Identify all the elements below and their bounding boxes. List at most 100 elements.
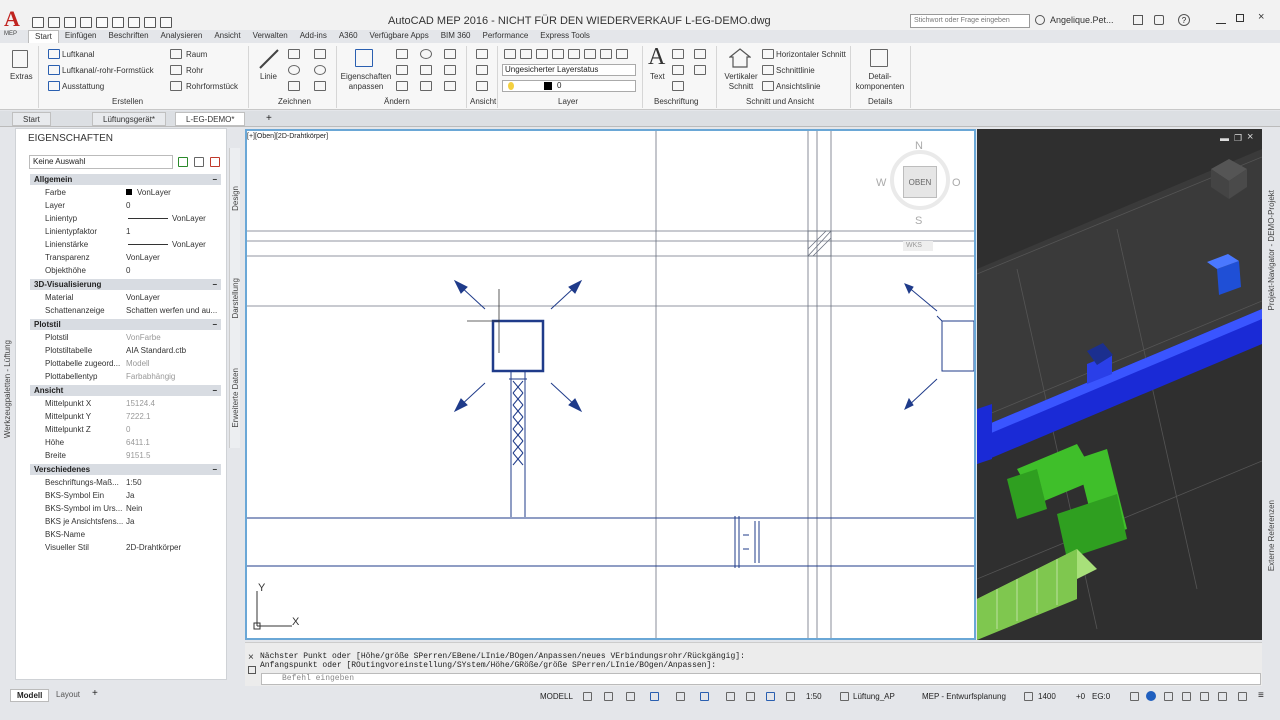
- quick-select-icon[interactable]: [178, 157, 188, 167]
- linie-button[interactable]: Linie: [260, 72, 277, 81]
- rotate-icon[interactable]: [420, 49, 432, 59]
- prop-value[interactable]: Ja: [126, 517, 134, 526]
- layer-tool-icon[interactable]: [552, 49, 564, 59]
- prop-value[interactable]: 1: [126, 227, 130, 236]
- snap-icon[interactable]: [604, 692, 613, 701]
- user-account[interactable]: Angelique.Pet...: [1050, 15, 1114, 25]
- close-icon[interactable]: ×: [1258, 12, 1268, 23]
- text-button[interactable]: Text: [650, 72, 665, 81]
- grid-icon[interactable]: [583, 692, 592, 701]
- compass-s[interactable]: S: [915, 215, 922, 227]
- section-ansicht[interactable]: Ansicht −: [30, 385, 221, 396]
- open-icon[interactable]: [48, 16, 60, 28]
- plot-icon[interactable]: [96, 16, 108, 28]
- array-icon[interactable]: [444, 81, 456, 91]
- viewport-icon[interactable]: [476, 65, 488, 75]
- exchange-icon[interactable]: [1133, 15, 1143, 25]
- annotation-icon[interactable]: [694, 65, 706, 75]
- customize-icon[interactable]: [160, 16, 172, 28]
- tool-palette-label[interactable]: Werkzeugpaletten - Lüftung: [3, 340, 12, 438]
- isolate-icon[interactable]: [1130, 692, 1139, 701]
- tab-einfuegen[interactable]: Einfügen: [59, 30, 103, 43]
- model-tab[interactable]: Modell: [10, 689, 50, 702]
- command-settings-icon[interactable]: [248, 666, 256, 674]
- rectangle-icon[interactable]: [314, 49, 326, 59]
- selection-cycling-icon[interactable]: [766, 692, 775, 701]
- vertical-section-button[interactable]: Vertikaler Schnitt: [724, 72, 758, 92]
- tab-ansicht[interactable]: Ansicht: [208, 30, 246, 43]
- layer-tool-icon[interactable]: [520, 49, 532, 59]
- doc-tab-start[interactable]: Start: [12, 112, 51, 126]
- project-navigator-tab[interactable]: Projekt-Navigator - DEMO-Projekt: [1267, 190, 1276, 310]
- prop-value[interactable]: Nein: [126, 504, 142, 513]
- section-allgemein[interactable]: Allgemein −: [30, 174, 221, 185]
- rohr-button[interactable]: Rohr: [186, 66, 203, 75]
- display-configuration[interactable]: MEP - Entwurfsplanung: [922, 692, 1006, 701]
- search-input[interactable]: Stichwort oder Frage eingeben: [910, 14, 1030, 28]
- layer-tool-icon[interactable]: [536, 49, 548, 59]
- extras-icon[interactable]: [12, 50, 28, 68]
- view-line-button[interactable]: Ansichtslinie: [776, 82, 820, 91]
- arc-icon[interactable]: [288, 81, 300, 91]
- detail-components-button[interactable]: Detail-komponenten: [854, 72, 906, 92]
- osnap-icon[interactable]: [676, 692, 685, 701]
- luftkanal-button[interactable]: Luftkanal: [62, 50, 94, 59]
- status-icon[interactable]: [1238, 692, 1247, 701]
- raum-button[interactable]: Raum: [186, 50, 207, 59]
- prop-value[interactable]: VonLayer: [126, 253, 160, 262]
- new-icon[interactable]: [32, 16, 44, 28]
- annotation-scale[interactable]: 1:50: [806, 692, 822, 701]
- elevation-offset[interactable]: +0: [1076, 692, 1085, 701]
- prop-value[interactable]: VonLayer: [172, 240, 206, 249]
- rohrformstueck-button[interactable]: Rohrformstück: [186, 82, 238, 91]
- panel-title-ansicht[interactable]: Ansicht: [470, 97, 496, 106]
- viewport-restore-icon[interactable]: ❐: [1234, 133, 1242, 144]
- tab-design[interactable]: Design: [231, 186, 240, 211]
- ortho-icon[interactable]: [626, 692, 635, 701]
- add-layout-icon[interactable]: +: [92, 688, 98, 699]
- eigenschaften-anpassen-button[interactable]: Eigenschaften anpassen: [340, 72, 392, 92]
- ellipse-icon[interactable]: [314, 65, 326, 75]
- command-input[interactable]: Befehl eingeben: [261, 673, 1261, 685]
- clean-screen-icon[interactable]: [1164, 692, 1173, 701]
- doc-tab-l-eg-demo[interactable]: L-EG-DEMO*: [175, 112, 246, 126]
- lineweight-icon[interactable]: [726, 692, 735, 701]
- help-icon[interactable]: ?: [1178, 14, 1190, 26]
- leader-icon[interactable]: [672, 65, 684, 75]
- prop-value[interactable]: VonLayer: [137, 188, 171, 197]
- mirror-icon[interactable]: [420, 65, 432, 75]
- customize-menu-icon[interactable]: ≡: [1258, 690, 1264, 701]
- workspace-icon[interactable]: [144, 16, 156, 28]
- fillet-icon[interactable]: [444, 65, 456, 75]
- layer-tool-icon[interactable]: [600, 49, 612, 59]
- tab-analysieren[interactable]: Analysieren: [155, 30, 209, 43]
- layer-properties-icon[interactable]: [504, 49, 516, 59]
- dimension-icon[interactable]: [672, 49, 684, 59]
- prop-value[interactable]: VonLayer: [172, 214, 206, 223]
- a360-icon[interactable]: [1154, 15, 1164, 25]
- tab-a360[interactable]: A360: [333, 30, 364, 43]
- panel-title-aendern[interactable]: Ändern: [384, 97, 410, 106]
- close-command-icon[interactable]: ×: [248, 652, 254, 663]
- section-line-button[interactable]: Schnittlinie: [776, 66, 815, 75]
- tab-add-ins[interactable]: Add-ins: [294, 30, 333, 43]
- hardware-acceleration-icon[interactable]: [1146, 691, 1156, 701]
- annotation-visibility-icon[interactable]: [786, 692, 795, 701]
- viewcube-top[interactable]: OBEN: [903, 166, 937, 198]
- move-icon[interactable]: [396, 49, 408, 59]
- formstueck-button[interactable]: Luftkanal/-rohr-Formstück: [62, 66, 154, 75]
- transparency-icon[interactable]: [746, 692, 755, 701]
- compass-w[interactable]: W: [876, 177, 886, 189]
- annotation-icon[interactable]: [694, 49, 706, 59]
- tab-start[interactable]: Start: [28, 30, 59, 43]
- status-icon[interactable]: [1182, 692, 1191, 701]
- ausstattung-button[interactable]: Ausstattung: [62, 82, 104, 91]
- table-icon[interactable]: [672, 81, 684, 91]
- panel-title-layer[interactable]: Layer: [558, 97, 578, 106]
- extras-button[interactable]: Extras: [10, 72, 33, 81]
- redo-icon[interactable]: [128, 16, 140, 28]
- tab-express-tools[interactable]: Express Tools: [534, 30, 596, 43]
- doc-tab-lueftungsgeraet[interactable]: Lüftungsgerät*: [92, 112, 167, 126]
- circle-icon[interactable]: [288, 65, 300, 75]
- copy-icon[interactable]: [396, 65, 408, 75]
